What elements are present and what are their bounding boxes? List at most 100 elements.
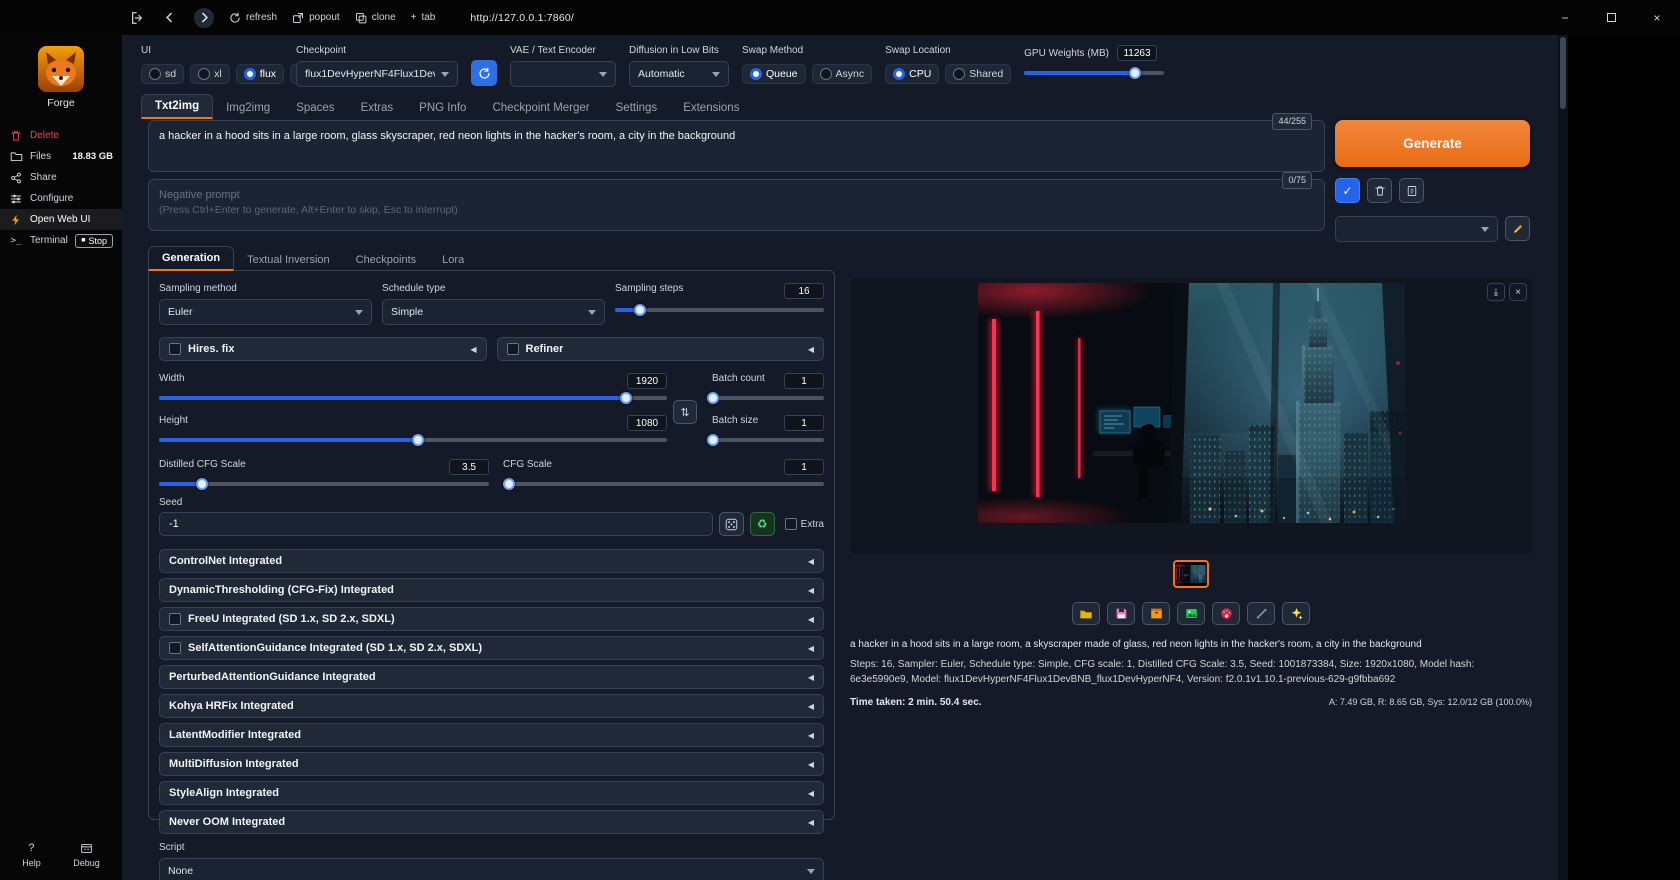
script-dropdown[interactable]: None [159, 858, 824, 880]
cfg-input[interactable]: 1 [784, 459, 824, 475]
send-to-extras-button[interactable] [1247, 602, 1275, 625]
radio-option[interactable]: Shared [945, 64, 1011, 84]
exit-button[interactable] [130, 11, 144, 25]
slider-handle[interactable] [707, 434, 719, 446]
refiner-accordion[interactable]: Refiner ◀ [497, 337, 825, 361]
hires-fix-checkbox[interactable] [169, 343, 181, 355]
styles-dropdown[interactable] [1335, 216, 1498, 242]
main-tab[interactable]: Img2img [213, 97, 283, 119]
accordion-section[interactable]: FreeU Integrated (SD 1.x, SD 2.x, SDXL) … [159, 607, 824, 631]
save-image-button[interactable] [1107, 602, 1135, 625]
radio-option[interactable]: flux [236, 64, 284, 84]
slider-handle[interactable] [412, 434, 424, 446]
refresh-button[interactable]: refresh [229, 12, 277, 24]
batch-count-input[interactable]: 1 [784, 373, 824, 389]
seed-input[interactable]: -1 [159, 512, 713, 536]
sidebar-item-share[interactable]: Share [0, 167, 122, 188]
upscale-button[interactable] [1282, 602, 1310, 625]
schedule-type-dropdown[interactable]: Simple [382, 299, 605, 325]
extra-seed-toggle[interactable]: Extra [785, 518, 824, 530]
main-tab[interactable]: Extensions [670, 97, 752, 119]
open-output-folder-button[interactable] [1072, 602, 1100, 625]
refresh-checkpoint-button[interactable] [471, 60, 497, 86]
generation-tab[interactable]: Lora [429, 249, 477, 271]
cfg-slider[interactable] [503, 482, 824, 486]
send-to-img2img-button[interactable] [1177, 602, 1205, 625]
edit-styles-button[interactable] [1505, 216, 1530, 241]
accordion-section[interactable]: Never OOM Integrated ◀ [159, 810, 824, 834]
accordion-section[interactable]: SelfAttentionGuidance Integrated (SD 1.x… [159, 636, 824, 660]
radio-option[interactable]: Async [812, 64, 873, 84]
accordion-section[interactable]: MultiDiffusion Integrated ◀ [159, 752, 824, 776]
sidebar-item-open-web-ui[interactable]: Open Web UI [0, 209, 122, 230]
accordion-section[interactable]: ControlNet Integrated ◀ [159, 549, 824, 573]
distilled-cfg-slider[interactable] [159, 482, 489, 486]
height-slider[interactable] [159, 438, 667, 442]
slider-handle[interactable] [707, 392, 719, 404]
checkpoint-dropdown[interactable]: flux1DevHyperNF4Flux1DevBNB_flux1De [296, 61, 458, 87]
vae-dropdown[interactable] [510, 61, 616, 87]
reuse-seed-button[interactable]: ♻ [750, 512, 775, 536]
send-to-inpaint-button[interactable] [1212, 602, 1240, 625]
gpu-weights-input[interactable]: 11263 [1117, 45, 1157, 61]
popout-button[interactable]: popout [292, 12, 340, 24]
stop-button[interactable]: ■ Stop [75, 234, 113, 248]
accordion-section[interactable]: Kohya HRFix Integrated ◀ [159, 694, 824, 718]
accordion-section[interactable]: LatentModifier Integrated ◀ [159, 723, 824, 747]
generated-image[interactable] [978, 283, 1405, 554]
random-seed-button[interactable] [719, 512, 744, 536]
batch-size-slider[interactable] [712, 438, 824, 442]
main-tab[interactable]: Settings [603, 97, 671, 119]
generation-tab[interactable]: Generation [148, 246, 234, 271]
back-button[interactable] [159, 8, 179, 28]
sidebar-item-delete[interactable]: Delete [0, 125, 122, 146]
slider-handle[interactable] [634, 304, 646, 316]
height-input[interactable]: 1080 [627, 415, 667, 431]
extra-checkbox[interactable] [785, 518, 797, 530]
help-button[interactable]: ? Help [22, 841, 41, 868]
width-input[interactable]: 1920 [627, 373, 667, 389]
main-tab[interactable]: Extras [348, 97, 407, 119]
slider-handle[interactable] [196, 478, 208, 490]
slider-handle[interactable] [503, 478, 515, 490]
page-scrollbar[interactable] [1558, 35, 1568, 880]
batch-size-input[interactable]: 1 [784, 415, 824, 431]
sampling-steps-input[interactable]: 16 [784, 283, 824, 299]
download-image-button[interactable]: ⤓ [1487, 283, 1505, 301]
debug-button[interactable]: Debug [73, 841, 100, 868]
generate-button[interactable]: Generate [1335, 120, 1530, 167]
accordion-section[interactable]: StyleAlign Integrated ◀ [159, 781, 824, 805]
batch-count-slider[interactable] [712, 396, 824, 400]
paste-params-button[interactable] [1399, 178, 1424, 203]
main-tab[interactable]: Checkpoint Merger [479, 97, 602, 119]
address-bar[interactable]: http://127.0.0.1:7860/ [470, 12, 574, 24]
close-image-button[interactable]: × [1509, 283, 1527, 301]
radio-option[interactable]: Queue [742, 64, 806, 84]
apply-styles-button[interactable]: ✓ [1335, 178, 1360, 203]
new-tab-button[interactable]: + tab [411, 12, 436, 23]
generation-tab[interactable]: Textual Inversion [234, 249, 343, 271]
generation-tab[interactable]: Checkpoints [343, 249, 430, 271]
sidebar-item-files[interactable]: Files 18.83 GB [0, 146, 122, 167]
close-button[interactable]: × [1634, 0, 1680, 35]
clone-button[interactable]: clone [355, 12, 396, 24]
forward-button[interactable] [194, 8, 214, 28]
sidebar-item-terminal[interactable]: >_ Terminal ■ Stop [0, 230, 122, 251]
sampling-steps-slider[interactable] [615, 308, 824, 312]
slider-handle[interactable] [620, 392, 632, 404]
accordion-checkbox[interactable] [169, 613, 181, 625]
swap-dimensions-button[interactable]: ⇅ [673, 400, 697, 424]
radio-option[interactable]: sd [141, 64, 184, 84]
accordion-checkbox[interactable] [169, 642, 181, 654]
clear-prompt-button[interactable] [1367, 178, 1392, 203]
sidebar-item-configure[interactable]: Configure [0, 188, 122, 209]
negative-prompt-input[interactable]: 0/75 Negative prompt (Press Ctrl+Enter t… [148, 179, 1325, 231]
maximize-button[interactable] [1588, 0, 1634, 35]
hires-fix-accordion[interactable]: Hires. fix ◀ [159, 337, 487, 361]
accordion-section[interactable]: DynamicThresholding (CFG-Fix) Integrated… [159, 578, 824, 602]
thumbnail-selected[interactable] [1173, 560, 1209, 588]
accordion-section[interactable]: PerturbedAttentionGuidance Integrated ◀ [159, 665, 824, 689]
slider-handle[interactable] [1129, 67, 1141, 79]
diffusion-low-bits-dropdown[interactable]: Automatic [629, 61, 729, 87]
main-tab[interactable]: Spaces [283, 97, 347, 119]
